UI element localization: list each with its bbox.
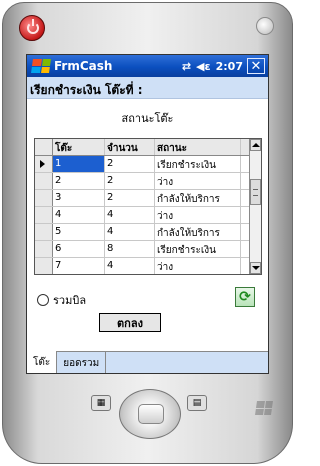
grid-header-row: โต๊ะ จำนวน สถานะ <box>35 139 261 156</box>
cell-count[interactable]: 4 <box>105 224 155 240</box>
scroll-up-button[interactable] <box>250 139 261 151</box>
cell-status[interactable]: ว่าง <box>155 207 241 223</box>
tab-total[interactable]: ยอดรวม <box>57 352 107 373</box>
tab-bar: โต๊ะ ยอดรวม <box>27 351 268 373</box>
cell-count[interactable]: 4 <box>105 258 155 274</box>
cell-status[interactable]: ว่าง <box>155 258 241 274</box>
device-screen: FrmCash ⇄ ◀ε 2:07 ✕ เรียกชำระเงิน โต๊ะที… <box>26 54 269 374</box>
refresh-button[interactable]: ⟳ <box>235 287 255 307</box>
row-header-corner <box>35 139 53 155</box>
column-header-status[interactable]: สถานะ <box>155 139 241 155</box>
cell-count[interactable]: 8 <box>105 241 155 257</box>
cell-status[interactable]: กำลังให้บริการ <box>155 190 241 206</box>
table-row[interactable]: 1 2 เรียกชำระเงิน <box>35 156 261 173</box>
scroll-thumb[interactable] <box>250 179 261 205</box>
row-selector[interactable] <box>35 173 53 189</box>
ok-button[interactable]: ตกลง <box>99 313 161 332</box>
cell-status[interactable]: เรียกชำระเงิน <box>155 156 241 172</box>
grid-scrollbar[interactable] <box>249 139 261 274</box>
directional-pad[interactable] <box>119 389 181 439</box>
cell-table[interactable]: 1 <box>53 156 105 172</box>
volume-icon[interactable]: ◀ε <box>196 60 211 73</box>
arrow-up-icon <box>251 143 260 147</box>
merge-bill-radio[interactable] <box>37 294 49 306</box>
contacts-icon: ▤ <box>192 398 202 408</box>
table-row[interactable]: 7 4 ว่าง <box>35 258 261 274</box>
row-selector[interactable] <box>35 224 53 240</box>
status-area: ⇄ ◀ε 2:07 <box>182 60 243 73</box>
connectivity-icon[interactable]: ⇄ <box>182 60 191 73</box>
close-icon: ✕ <box>250 58 262 74</box>
cell-table[interactable]: 4 <box>53 207 105 223</box>
windows-start-icon[interactable] <box>31 59 51 73</box>
hardware-buttons: ▦ ▤ <box>3 383 294 453</box>
table-row[interactable]: 5 4 กำลังให้บริการ <box>35 224 261 241</box>
table-row[interactable]: 4 4 ว่าง <box>35 207 261 224</box>
cell-table[interactable]: 7 <box>53 258 105 274</box>
table-row[interactable]: 6 8 เรียกชำระเงิน <box>35 241 261 258</box>
cell-status[interactable]: เรียกชำระเงิน <box>155 241 241 257</box>
column-header-table[interactable]: โต๊ะ <box>53 139 105 155</box>
app-title: FrmCash <box>54 59 113 73</box>
close-button[interactable]: ✕ <box>247 58 265 74</box>
refresh-icon: ⟳ <box>239 289 251 305</box>
cell-count[interactable]: 2 <box>105 173 155 189</box>
cell-table[interactable]: 2 <box>53 173 105 189</box>
right-soft-key[interactable]: ▤ <box>187 395 207 411</box>
arrow-down-icon <box>251 266 260 270</box>
cell-table[interactable]: 6 <box>53 241 105 257</box>
cell-count[interactable]: 2 <box>105 156 155 172</box>
cell-status[interactable]: กำลังให้บริการ <box>155 224 241 240</box>
row-selector[interactable] <box>35 241 53 257</box>
pocket-pc-device: FrmCash ⇄ ◀ε 2:07 ✕ เรียกชำระเงิน โต๊ะที… <box>2 2 293 464</box>
cell-table[interactable]: 5 <box>53 224 105 240</box>
scroll-down-button[interactable] <box>250 262 261 274</box>
title-bar: FrmCash ⇄ ◀ε 2:07 ✕ <box>27 55 268 77</box>
cell-status[interactable]: ว่าง <box>155 173 241 189</box>
row-selector[interactable] <box>35 190 53 206</box>
row-selector[interactable] <box>35 156 53 172</box>
left-soft-key[interactable]: ▦ <box>91 395 111 411</box>
table-row[interactable]: 2 2 ว่าง <box>35 173 261 190</box>
merge-bill-option[interactable]: รวมบิล <box>37 291 86 309</box>
cell-count[interactable]: 2 <box>105 190 155 206</box>
clock[interactable]: 2:07 <box>216 60 243 73</box>
current-row-icon <box>40 160 45 168</box>
merge-bill-label: รวมบิล <box>53 294 87 307</box>
cell-table[interactable]: 3 <box>53 190 105 206</box>
windows-key-icon[interactable] <box>255 401 273 415</box>
notification-light <box>256 17 274 35</box>
table-row[interactable]: 3 2 กำลังให้บริการ <box>35 190 261 207</box>
cell-count[interactable]: 4 <box>105 207 155 223</box>
power-button[interactable] <box>19 15 45 41</box>
row-selector[interactable] <box>35 207 53 223</box>
grid-caption: สถานะโต๊ะ <box>121 112 174 125</box>
table-status-grid[interactable]: โต๊ะ จำนวน สถานะ 1 2 เรียกชำระเงิน 2 2 ว… <box>34 138 262 275</box>
column-header-count[interactable]: จำนวน <box>105 139 155 155</box>
calendar-icon: ▦ <box>96 398 106 408</box>
dpad-center-button[interactable] <box>138 404 164 424</box>
tab-tables[interactable]: โต๊ะ <box>27 351 58 373</box>
row-selector[interactable] <box>35 258 53 274</box>
power-icon <box>27 19 39 34</box>
form-header: เรียกชำระเงิน โต๊ะที่ : <box>27 77 268 99</box>
